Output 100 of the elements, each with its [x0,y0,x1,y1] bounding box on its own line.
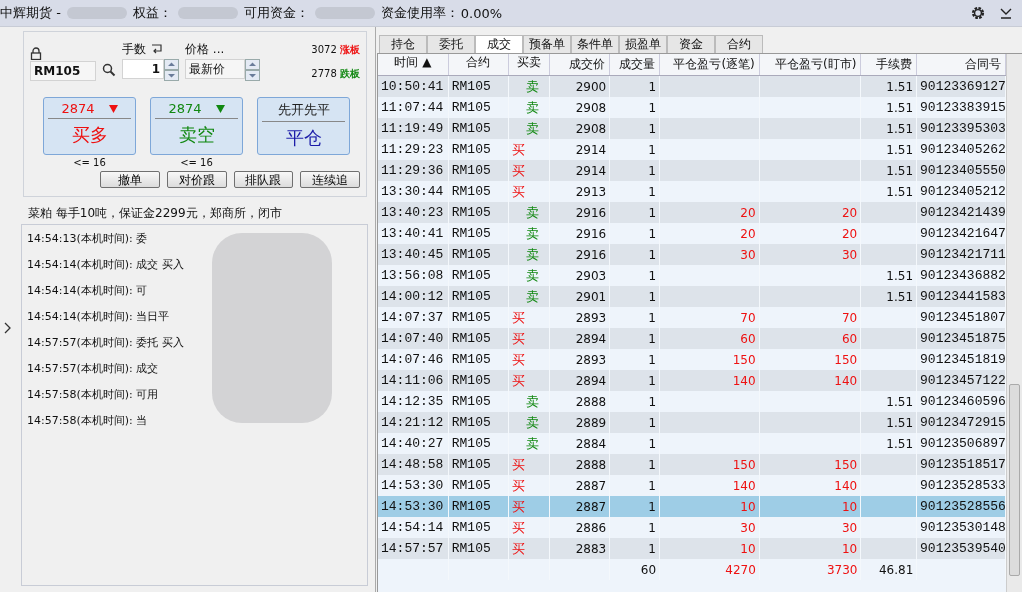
table-cell: RM105 [451,436,491,451]
table-cell: 90123383915 [920,100,1006,115]
order-action-button[interactable]: 撤单 [100,171,160,188]
sell-order-button[interactable]: 2874 卖空 [150,97,243,155]
settings-icon[interactable] [970,5,986,21]
table-cell: 2893 [575,310,607,325]
table-cell: 90123395303 [920,121,1006,136]
column-header[interactable]: 成交价 [550,54,611,75]
table-cell: 买 [511,350,525,369]
column-header[interactable]: 合约 [448,54,509,75]
max-lots-text: <= 16 [180,157,213,168]
table-cell: 20 [841,205,858,220]
order-action-button[interactable]: 对价跟 [166,171,227,188]
log-message: 14:54:14(本机时间): 成交 买入 [27,256,184,272]
table-cell: 20 [740,226,756,241]
table-cell: RM105 [451,268,491,283]
table-cell: RM105 [451,394,491,409]
chevron-right-icon[interactable] [4,322,11,334]
table-cell: 2908 [575,100,607,115]
table-cell: RM105 [451,79,491,94]
table-cell: 14:53:30 [381,478,444,493]
table-cell: RM105 [451,541,491,556]
table-cell: 150 [732,352,756,367]
table-cell: RM105 [451,310,491,325]
table-cell: 1 [648,247,656,262]
table-cell: 2903 [575,268,607,283]
table-cell: 卖 [526,77,540,96]
table-cell: RM105 [451,415,491,430]
column-header[interactable]: 平仓盈亏(盯市) [759,54,862,75]
table-cell: 11:29:23 [381,142,444,157]
total-cell: 46.81 [878,562,914,577]
table-cell: 10:50:41 [381,79,444,94]
spinner-arrows-icon[interactable] [245,59,260,81]
table-cell: 14:12:35 [381,394,444,409]
return-arrow-icon[interactable] [150,44,163,55]
table-cell: 10 [740,541,756,556]
tab[interactable]: 合约 [715,35,763,53]
tab[interactable]: 委托 [427,35,475,53]
order-action-button[interactable]: 连续追 [300,171,360,188]
table-cell: 卖 [526,287,540,306]
table-cell: 140 [834,373,858,388]
table-cell: 卖 [526,119,540,138]
lots-field[interactable]: 1 [122,59,164,79]
table-cell: 1 [648,436,656,451]
tab[interactable]: 预备单 [523,35,571,53]
vertical-scrollbar[interactable] [1006,54,1022,592]
contract-field[interactable]: RM105 [30,61,96,81]
table-cell: 买 [511,371,525,390]
search-icon[interactable] [102,63,116,77]
price-type-field[interactable]: 最新价 [185,59,245,79]
table-cell: 14:53:30 [381,499,444,514]
table-cell: 20 [841,226,858,241]
tab[interactable]: 持仓 [379,35,427,53]
table-cell: 卖 [526,266,540,285]
table-cell: 1 [648,457,656,472]
column-header[interactable]: 时间 ▲ [378,54,449,75]
table-cell: 卖 [526,245,540,264]
table-cell: RM105 [451,478,491,493]
table-cell: 1.51 [886,163,914,178]
table-cell: 2900 [575,79,607,94]
table-cell: 90123506897 [920,436,1006,451]
tab[interactable]: 资金 [667,35,715,53]
down-triangle-icon [108,104,118,113]
table-cell: 2883 [575,541,607,556]
table-cell: 1.51 [886,184,914,199]
minimize-icon[interactable] [1000,6,1012,20]
table-cell: 70 [740,310,756,325]
table-cell: 2901 [575,289,607,304]
column-header[interactable]: 成交量 [610,54,661,75]
order-action-button[interactable]: 排队跟 [233,171,294,188]
table-cell: 1.51 [886,100,914,115]
close-order-button[interactable]: 先开先平 平仓 [257,97,350,155]
tab[interactable]: 条件单 [571,35,619,53]
limit-up-label: 涨板 [340,44,360,55]
table-cell: 14:07:37 [381,310,444,325]
table-cell: 买 [511,182,525,201]
table-cell: 2916 [575,205,607,220]
tab[interactable]: 损盈单 [619,35,667,53]
table-cell: 卖 [526,98,540,117]
equity-label: 权益： [132,4,172,22]
table-cell: 1 [648,268,656,283]
column-header[interactable]: 平仓盈亏(逐笔) [660,54,760,75]
table-cell: 140 [732,478,756,493]
table-cell: 1.51 [886,121,914,136]
column-header[interactable]: 买卖 [508,54,551,75]
table-cell: 90123405262 [920,142,1006,157]
table-cell: 1 [648,541,656,556]
table-cell: 13:40:23 [381,205,444,220]
table-cell: 1 [648,163,656,178]
table-cell: 2894 [575,331,607,346]
tab[interactable]: 成交 [475,35,523,53]
lock-icon[interactable] [30,47,42,60]
available-funds-label: 可用资金： [243,4,309,22]
table-cell: 1.51 [886,268,914,283]
table-cell: 1 [648,226,656,241]
table-cell: 150 [834,457,858,472]
column-header[interactable]: 手续费 [861,54,918,75]
table-cell: 14:48:58 [381,457,444,472]
log-message: 14:57:57(本机时间): 委托 买入 [27,334,184,350]
table-cell: 10 [841,541,858,556]
